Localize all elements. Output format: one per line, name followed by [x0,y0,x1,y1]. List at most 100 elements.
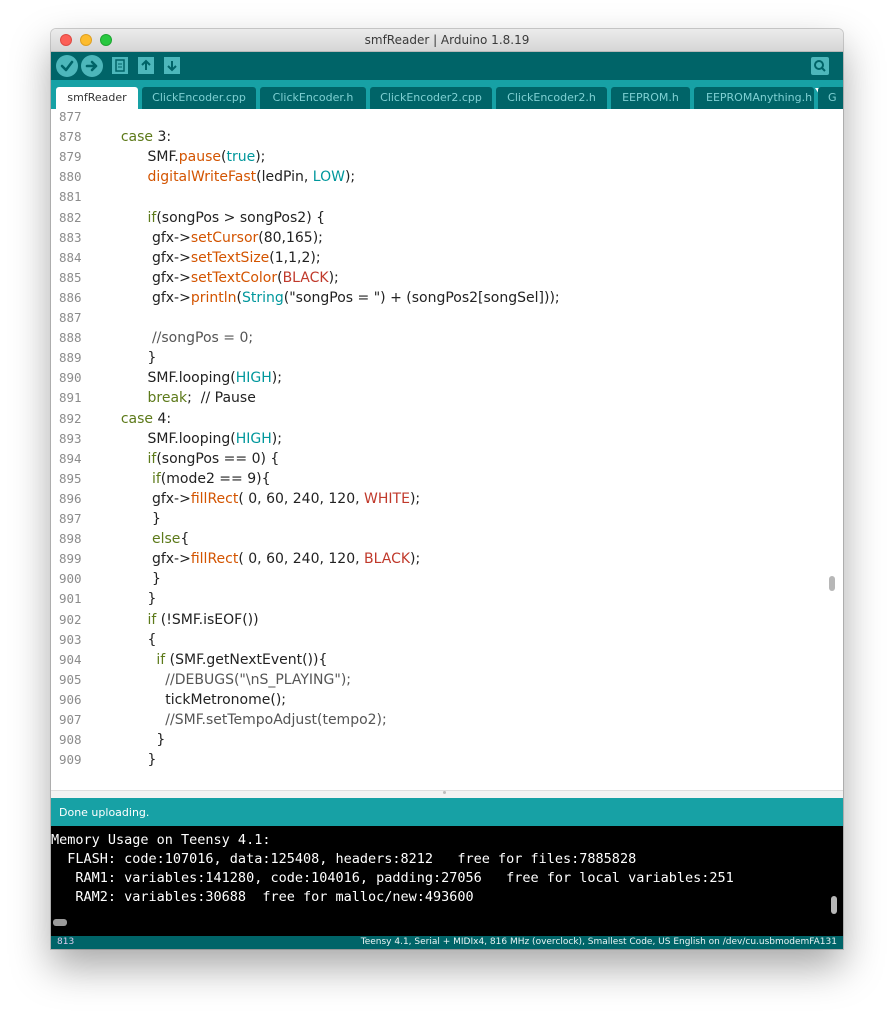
line-number: 879 [59,149,82,165]
code-token: ); [409,490,421,507]
code-token: setTextSize [190,249,270,266]
tab-eepromanything-h[interactable]: EEPROMAnything.h [694,87,814,109]
code-token: if [156,651,166,668]
code-token: gfx-> [103,289,191,306]
code-token: ( 0, 60, 240, 120, [238,551,365,568]
code-token: //DEBUGS("\nS_PLAYING"); [103,671,352,688]
console-output[interactable]: Memory Usage on Teensy 4.1: FLASH: code:… [51,826,843,936]
line-number: 882 [59,209,82,225]
code-token: WHITE [364,490,410,507]
code-line: gfx->setTextSize(1,1,2); [103,248,321,268]
line-number: 881 [59,189,82,205]
code-token: gfx-> [103,490,191,507]
code-line: { [103,630,157,650]
code-line: gfx->fillRect( 0, 60, 240, 120, WHITE); [103,489,420,509]
line-number: 890 [59,370,82,386]
line-number: 904 [59,651,82,667]
line-number: 885 [59,269,82,285]
code-token: } [103,511,161,527]
code-token: ); [410,551,421,568]
tab-clickencoder-cpp[interactable]: ClickEncoder.cpp [142,87,256,109]
line-number: 893 [59,430,82,446]
code-token: ); [271,430,282,447]
code-token: ( 0, 60, 240, 120, [238,490,365,507]
tab-smfreader[interactable]: smfReader [56,87,138,109]
code-token: println [190,289,237,306]
code-token: //songPos = 0; [103,330,254,347]
tab-bar: smfReader ClickEncoder.cpp ClickEncoder.… [51,80,843,109]
save-sketch-button[interactable] [164,57,180,74]
console-horizontal-scrollbar[interactable] [53,919,67,926]
board-info: Teensy 4.1, Serial + MIDIx4, 816 MHz (ov… [360,937,837,947]
tab-overflow[interactable]: G [818,87,843,109]
line-number: 891 [59,390,82,406]
line-number: 906 [59,691,82,707]
code-line: SMF.looping(HIGH); [103,429,282,449]
console-vertical-scrollbar[interactable] [831,896,837,914]
code-token: HIGH [235,430,272,447]
open-sketch-button[interactable] [138,57,154,74]
code-token: tickMetronome(); [103,691,287,708]
code-token: BLACK [364,551,411,568]
title-bar: smfReader | Arduino 1.8.19 [51,29,843,52]
tab-clickencoder2-cpp[interactable]: ClickEncoder2.cpp [370,87,492,109]
line-number: 898 [59,531,82,547]
code-line: case 3: [103,127,171,147]
code-token: (songPos > songPos2) { [156,209,326,226]
line-number: 901 [59,591,82,607]
cursor-line-number: 813 [57,937,75,947]
code-token: 3: [153,129,172,146]
toolbar [51,52,843,80]
arrow-up-icon [141,59,151,70]
verify-button[interactable] [56,55,78,77]
code-token: ); [271,370,282,387]
tab-clickencoder-h[interactable]: ClickEncoder.h [260,87,366,109]
tab-clickencoder2-h[interactable]: ClickEncoder2.h [496,87,607,109]
line-number: 892 [59,410,82,426]
line-number: 877 [59,109,82,124]
code-token: } [103,732,166,749]
code-token: (mode2 == 9){ [160,470,271,487]
line-number: 880 [59,169,82,185]
code-token: case [120,410,153,427]
line-number: 886 [59,289,82,305]
code-line: if(mode2 == 9){ [103,469,271,489]
code-line: } [103,509,161,529]
code-editor[interactable]: 877 878 case 3: 879 SMF.pause(true); 880 di… [51,109,843,790]
code-line: case 4: [103,409,171,429]
line-number: 899 [59,551,82,567]
editor-vertical-scrollbar[interactable] [829,576,835,591]
code-token: ("songPos = ") + (songPos2[songSel])); [283,289,560,306]
code-line: else{ [103,529,189,549]
tab-eeprom-h[interactable]: EEPROM.h [611,87,690,109]
line-number: 907 [59,712,82,727]
code-token: (songPos == 0) { [156,450,280,467]
new-sketch-button[interactable] [112,57,128,74]
arrow-right-icon [85,60,98,72]
code-line: break; // Pause [103,388,256,408]
code-line: if(songPos == 0) { [103,449,280,469]
bottom-info-bar: 813 Teensy 4.1, Serial + MIDIx4, 816 MHz… [51,936,843,949]
code-token: ); [344,169,356,186]
code-token: ); [255,149,266,166]
code-line: tickMetronome(); [103,690,286,710]
code-token: BLACK [282,269,329,286]
line-number: 894 [59,450,82,466]
code-token: break [147,390,188,407]
code-token: } [103,350,157,367]
code-line: } [103,750,157,770]
code-token: LOW [312,169,345,186]
upload-button[interactable] [81,55,103,77]
code-token: gfx-> [103,551,191,568]
code-line: gfx->setCursor(80,165); [103,228,323,248]
serial-monitor-button[interactable] [811,57,829,75]
line-number: 884 [59,249,82,265]
line-number: 897 [59,511,82,526]
code-token: SMF. [103,149,179,166]
line-number: 887 [59,310,82,325]
